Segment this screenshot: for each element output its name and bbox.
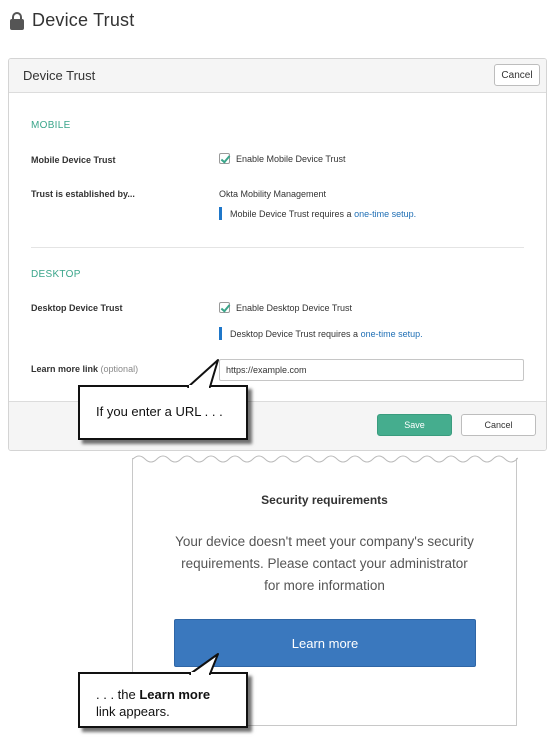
desktop-setup-link[interactable]: one-time setup.: [361, 329, 423, 339]
checkbox-checked-icon[interactable]: [219, 302, 230, 313]
torn-edge: [133, 455, 518, 463]
mobile-section-label: MOBILE: [31, 120, 71, 131]
mobile-setup-notice: Mobile Device Trust requires a one-time …: [219, 207, 416, 220]
checkbox-checked-icon[interactable]: [219, 153, 230, 164]
mobile-device-trust-label: Mobile Device Trust: [31, 155, 116, 165]
save-button[interactable]: Save: [377, 414, 452, 436]
security-requirements-title: Security requirements: [261, 493, 388, 507]
section-divider: [31, 247, 524, 248]
callout-enter-url-text: If you enter a URL . . .: [96, 404, 223, 419]
page-title: Device Trust: [10, 10, 134, 31]
enable-mobile-trust-checkbox[interactable]: Enable Mobile Device Trust: [219, 153, 346, 164]
callout-bold: Learn more: [139, 687, 211, 702]
info-bar: [219, 207, 222, 220]
info-bar: [219, 327, 222, 340]
mobile-notice-text: Mobile Device Trust requires a: [230, 208, 355, 219]
trust-established-value: Okta Mobility Management: [219, 189, 327, 199]
lock-icon: [10, 11, 24, 30]
panel-header: Device Trust Cancel: [9, 59, 546, 93]
security-requirements-message: Your device doesn't meet your company's …: [175, 534, 474, 593]
cancel-button-top[interactable]: Cancel: [494, 64, 540, 86]
callout-suffix: link appears.: [96, 704, 170, 719]
callout-pointer: [187, 359, 219, 389]
learn-more-label-text: Learn more link: [31, 364, 99, 374]
enable-desktop-trust-checkbox[interactable]: Enable Desktop Device Trust: [219, 302, 352, 313]
desktop-notice-text: Desktop Device Trust requires a: [230, 328, 361, 339]
enable-desktop-trust-label: Enable Desktop Device Trust: [236, 302, 353, 313]
panel-title: Device Trust: [23, 68, 96, 83]
page-title-text: Device Trust: [32, 10, 135, 30]
desktop-setup-notice: Desktop Device Trust requires a one-time…: [219, 327, 423, 340]
enable-mobile-trust-label: Enable Mobile Device Trust: [236, 153, 346, 164]
learn-more-url-input[interactable]: [219, 359, 524, 381]
cancel-button[interactable]: Cancel: [461, 414, 536, 436]
learn-more-link-label: Learn more link (optional): [31, 364, 138, 374]
desktop-section-label: DESKTOP: [31, 269, 81, 280]
trust-established-label: Trust is established by...: [31, 189, 135, 199]
optional-text: (optional): [100, 364, 139, 374]
callout-prefix: . . . the: [96, 687, 140, 702]
desktop-device-trust-label: Desktop Device Trust: [31, 303, 123, 313]
callout-pointer: [189, 653, 219, 676]
mobile-setup-link[interactable]: one-time setup.: [354, 209, 416, 219]
